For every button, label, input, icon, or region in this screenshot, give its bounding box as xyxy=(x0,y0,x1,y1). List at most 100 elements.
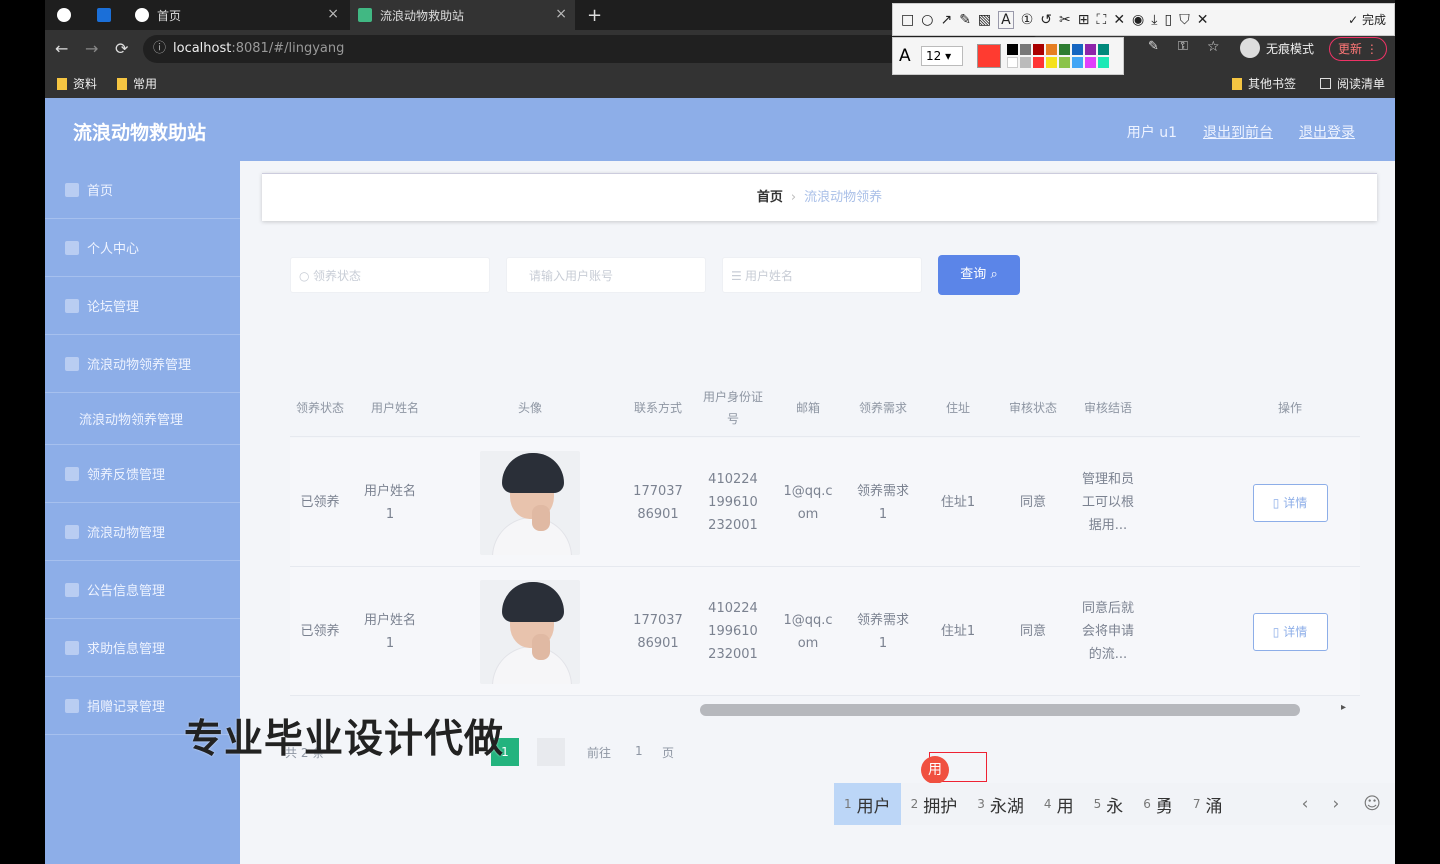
extension-icon[interactable] xyxy=(97,0,119,30)
user-avatar[interactable] xyxy=(480,579,580,684)
new-tab-button[interactable]: + xyxy=(587,0,602,30)
color-swatch[interactable] xyxy=(1007,57,1018,68)
color-swatch[interactable] xyxy=(1059,44,1070,55)
sidebar-item-help[interactable]: 求助信息管理 xyxy=(45,619,240,677)
download-icon[interactable]: ⤓ xyxy=(1151,12,1157,28)
ime-next-icon[interactable]: › xyxy=(1332,794,1339,814)
sidebar-item-feedback[interactable]: 领养反馈管理 xyxy=(45,445,240,503)
phone-icon[interactable]: ▯ xyxy=(1164,12,1172,28)
ime-candidate[interactable]: 3 永湖 xyxy=(967,783,1034,825)
color-swatch[interactable] xyxy=(1059,57,1070,68)
ime-candidate[interactable]: 4用 xyxy=(1034,783,1084,825)
ime-candidate[interactable]: 7涌 xyxy=(1183,783,1233,825)
col-user-name[interactable]: 用户姓名 xyxy=(360,379,430,437)
undo-icon[interactable]: ↺ xyxy=(1040,12,1052,28)
color-swatch[interactable] xyxy=(1098,57,1109,68)
back-icon[interactable]: ← xyxy=(55,39,68,58)
table-horizontal-scrollbar[interactable] xyxy=(700,704,1300,716)
scissors-icon[interactable]: ✂ xyxy=(1059,12,1071,28)
col-phone[interactable]: 联系方式 xyxy=(628,379,688,437)
reload-icon[interactable]: ⟳ xyxy=(115,39,128,58)
sidebar-item-label: 流浪动物领养管理 xyxy=(79,413,184,428)
mosaic-tool-icon[interactable]: ▧ xyxy=(978,12,991,28)
color-swatch[interactable] xyxy=(1033,44,1044,55)
reading-list-icon xyxy=(1320,78,1331,89)
col-email[interactable]: 邮箱 xyxy=(778,379,838,437)
scroll-capture-icon[interactable]: ⛶ xyxy=(1097,12,1107,28)
color-swatch[interactable] xyxy=(1020,44,1031,55)
sidebar-item-home[interactable]: 首页 xyxy=(45,161,240,219)
record-icon[interactable]: ◉ xyxy=(1132,12,1144,28)
incognito-icon[interactable] xyxy=(57,0,79,30)
forward-icon[interactable]: → xyxy=(85,39,98,58)
candidate-text: 永湖 xyxy=(989,796,1024,817)
user-account-input[interactable]: 请输入用户账号 xyxy=(506,257,706,293)
bookmark-folder-ziliao[interactable]: 资料 xyxy=(57,75,97,92)
color-swatch[interactable] xyxy=(1072,57,1083,68)
pager-next-button[interactable] xyxy=(537,738,565,766)
text-tool-icon[interactable]: A xyxy=(998,10,1014,29)
user-avatar[interactable] xyxy=(480,450,580,555)
col-avatar[interactable]: 头像 xyxy=(480,379,580,437)
tab-rescue-station[interactable]: 流浪动物救助站 × xyxy=(350,0,575,30)
bookmark-other[interactable]: 其他书签 xyxy=(1232,75,1296,92)
sidebar-item-forum[interactable]: 论坛管理 xyxy=(45,277,240,335)
detail-button[interactable]: ▯ 详情 xyxy=(1252,483,1328,522)
col-adoption-status[interactable]: 领养状态 xyxy=(290,379,350,437)
tab-close-icon[interactable]: × xyxy=(327,6,339,22)
col-address[interactable]: 住址 xyxy=(928,379,988,437)
detail-button[interactable]: ▯ 详情 xyxy=(1252,612,1328,651)
arrow-tool-icon[interactable]: ↗ xyxy=(940,12,952,28)
pager-goto-input[interactable]: 1 xyxy=(635,744,643,758)
sidebar-item-animals[interactable]: 流浪动物管理 xyxy=(45,503,240,561)
color-swatch[interactable] xyxy=(1033,57,1044,68)
font-size-select[interactable]: 12 ▾ xyxy=(921,46,963,66)
done-button[interactable]: ✓ 完成 xyxy=(1348,11,1386,28)
color-swatch[interactable] xyxy=(1007,44,1018,55)
candidate-number: 1 xyxy=(844,797,852,811)
current-color-swatch[interactable] xyxy=(977,44,1001,68)
reading-list[interactable]: 阅读清单 xyxy=(1320,75,1385,92)
ocr-icon[interactable]: ⊞ xyxy=(1078,12,1090,28)
number-tool-icon[interactable]: ① xyxy=(1021,12,1034,28)
ime-candidate[interactable]: 6勇 xyxy=(1133,783,1183,825)
col-audit-remark[interactable]: 审核结语 xyxy=(1078,379,1138,437)
tab-home[interactable]: 首页 × xyxy=(127,0,347,30)
query-button[interactable]: 查询 ⌕ xyxy=(938,255,1020,295)
bookmark-tool-icon[interactable]: ⛉ xyxy=(1179,12,1190,28)
color-swatch[interactable] xyxy=(1046,57,1057,68)
color-swatch[interactable] xyxy=(1072,44,1083,55)
ime-candidate[interactable]: 5永 xyxy=(1084,783,1134,825)
col-id-card[interactable]: 用户身份证号 xyxy=(703,379,763,437)
frontend-link[interactable]: 退出到前台 xyxy=(1203,122,1273,142)
sidebar-item-profile[interactable]: 个人中心 xyxy=(45,219,240,277)
sidebar-subitem-adoption[interactable]: 流浪动物领养管理 xyxy=(45,393,240,445)
col-need[interactable]: 领养需求 xyxy=(853,379,913,437)
rectangle-tool-icon[interactable]: □ xyxy=(901,12,914,28)
sidebar-item-notices[interactable]: 公告信息管理 xyxy=(45,561,240,619)
color-swatch[interactable] xyxy=(1020,57,1031,68)
adoption-status-input[interactable]: ○ 领养状态 xyxy=(290,257,490,293)
color-swatch[interactable] xyxy=(1046,44,1057,55)
scroll-right-icon[interactable]: ▸ xyxy=(1341,702,1346,713)
font-size-value: 12 xyxy=(926,49,942,63)
logout-link[interactable]: 退出登录 xyxy=(1299,122,1355,142)
pin-icon[interactable]: ✕ xyxy=(1113,12,1125,28)
ime-emoji-icon[interactable]: ☺ xyxy=(1363,794,1381,814)
color-swatch[interactable] xyxy=(1098,44,1109,55)
bookmark-folder-changyong[interactable]: 常用 xyxy=(117,75,157,92)
user-name-input[interactable]: ☰ 用户姓名 xyxy=(722,257,922,293)
candidate-number: 4 xyxy=(1043,797,1052,811)
ime-candidate[interactable]: 1 用户 xyxy=(834,783,901,825)
ime-candidate[interactable]: 2 拥护 xyxy=(901,783,968,825)
color-swatch[interactable] xyxy=(1085,57,1096,68)
pen-tool-icon[interactable]: ✎ xyxy=(959,12,971,28)
ellipse-tool-icon[interactable]: ○ xyxy=(921,12,933,28)
tab-close-icon[interactable]: × xyxy=(555,6,567,22)
breadcrumb-home[interactable]: 首页 xyxy=(757,190,783,205)
col-audit-status[interactable]: 审核状态 xyxy=(1003,379,1063,437)
ime-prev-icon[interactable]: ‹ xyxy=(1302,794,1309,814)
cancel-icon[interactable]: ✕ xyxy=(1197,12,1209,28)
color-swatch[interactable] xyxy=(1085,44,1096,55)
sidebar-item-adoption-group[interactable]: 流浪动物领养管理 xyxy=(45,335,240,393)
